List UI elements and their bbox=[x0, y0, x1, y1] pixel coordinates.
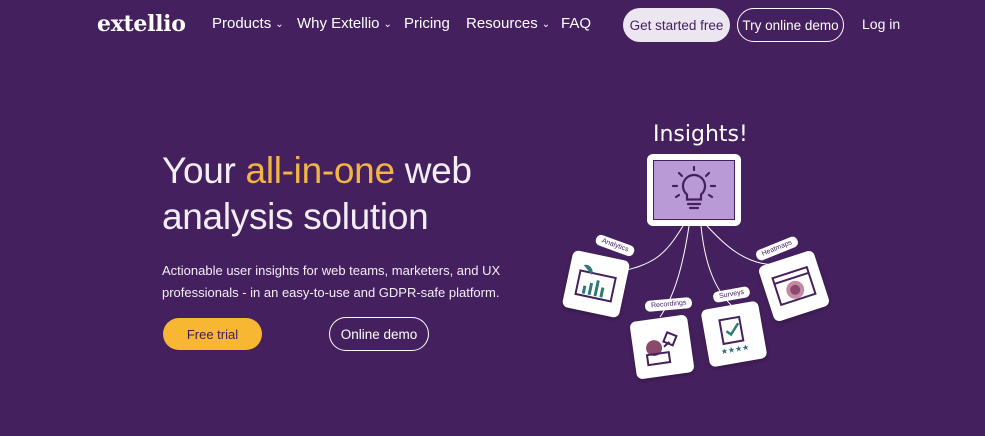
nav-item-pricing[interactable]: Pricing bbox=[404, 15, 450, 32]
nav-item-label: Products bbox=[212, 15, 272, 32]
extellio-logo[interactable]: extellio bbox=[97, 11, 186, 37]
try-demo-button[interactable]: Try online demo bbox=[737, 8, 844, 42]
get-started-button[interactable]: Get started free bbox=[623, 8, 730, 42]
hero-title-accent: all-in-one bbox=[245, 150, 396, 191]
nav-item-label: Resources bbox=[466, 15, 538, 32]
chevron-down-icon: ⌄ bbox=[541, 19, 551, 30]
lightbulb-icon bbox=[671, 165, 717, 210]
nav-item-products[interactable]: Products ⌄ bbox=[212, 15, 284, 32]
free-trial-button[interactable]: Free trial bbox=[163, 318, 262, 350]
bulb-panel bbox=[653, 160, 735, 220]
chevron-down-icon: ⌄ bbox=[275, 19, 284, 30]
insights-illustration: Insights! Analytics Recordings Surveys ★… bbox=[555, 115, 845, 385]
recordings-tile bbox=[629, 314, 695, 380]
analytics-tile bbox=[561, 249, 631, 319]
hero-subtitle: Actionable user insights for web teams, … bbox=[162, 263, 501, 300]
nav-item-label: Why Extellio bbox=[297, 15, 380, 32]
nav-item-faq[interactable]: FAQ bbox=[561, 15, 591, 32]
insights-heading: Insights! bbox=[653, 122, 748, 147]
nav-item-why-extellio[interactable]: Why Extellio ⌄ bbox=[297, 15, 392, 32]
hero-title-start: Your bbox=[162, 150, 246, 191]
recordings-icon bbox=[645, 331, 678, 367]
nav-item-label: FAQ bbox=[561, 15, 592, 32]
nav-item-label: Pricing bbox=[404, 15, 450, 32]
chevron-down-icon: ⌄ bbox=[383, 19, 392, 30]
heatmap-icon bbox=[771, 265, 817, 307]
surveys-tile: ★★★★ bbox=[700, 300, 768, 368]
insights-card bbox=[647, 154, 741, 226]
online-demo-button[interactable]: Online demo bbox=[329, 317, 429, 351]
nav-item-resources[interactable]: Resources ⌄ bbox=[466, 15, 550, 32]
hero-title: Your all-in-one web analysis solution bbox=[162, 148, 522, 240]
login-link[interactable]: Log in bbox=[862, 16, 900, 32]
top-navigation: extellio Products ⌄ Why Extellio ⌄ Prici… bbox=[0, 0, 985, 50]
survey-clipboard-icon: ★★★★ bbox=[718, 315, 750, 356]
analytics-chart-icon bbox=[574, 264, 617, 303]
